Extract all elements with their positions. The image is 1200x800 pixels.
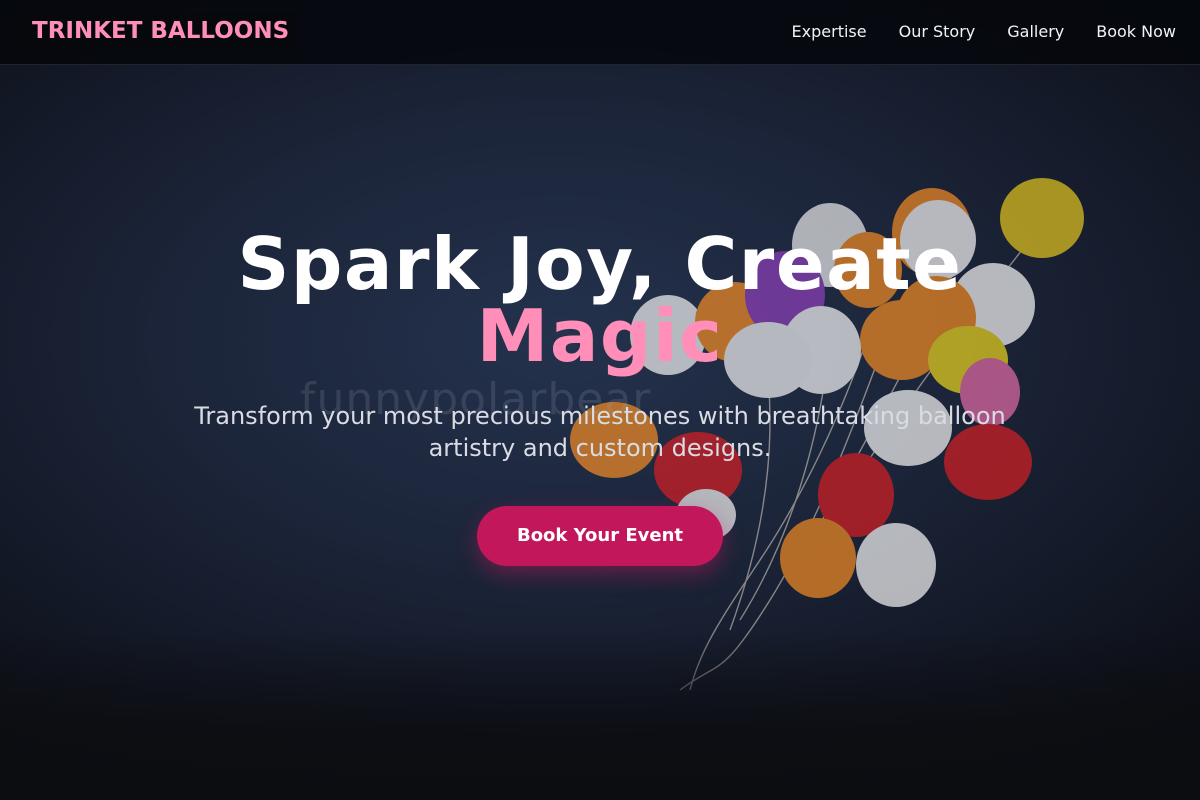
nav-link-gallery[interactable]: Gallery bbox=[1007, 22, 1064, 41]
hero-section: Spark Joy, Create Magic Transform your m… bbox=[0, 228, 1200, 566]
top-navigation-bar: TRINKET BALLOONS Expertise Our Story Gal… bbox=[0, 0, 1200, 65]
nav-link-book-now[interactable]: Book Now bbox=[1096, 22, 1176, 41]
nav-link-expertise[interactable]: Expertise bbox=[792, 22, 867, 41]
landing-page: funnypolarbear TRINKET BALLOONS Expertis… bbox=[0, 0, 1200, 800]
hero-title: Spark Joy, Create Magic bbox=[0, 228, 1200, 372]
book-your-event-button[interactable]: Book Your Event bbox=[477, 506, 723, 566]
brand-logo[interactable]: TRINKET BALLOONS bbox=[24, 13, 298, 49]
nav-links: Expertise Our Story Gallery Book Now bbox=[792, 0, 1176, 62]
hero-title-accent: Magic bbox=[476, 294, 724, 378]
hero-subtitle: Transform your most precious milestones … bbox=[194, 402, 1006, 462]
nav-link-our-story[interactable]: Our Story bbox=[899, 22, 976, 41]
